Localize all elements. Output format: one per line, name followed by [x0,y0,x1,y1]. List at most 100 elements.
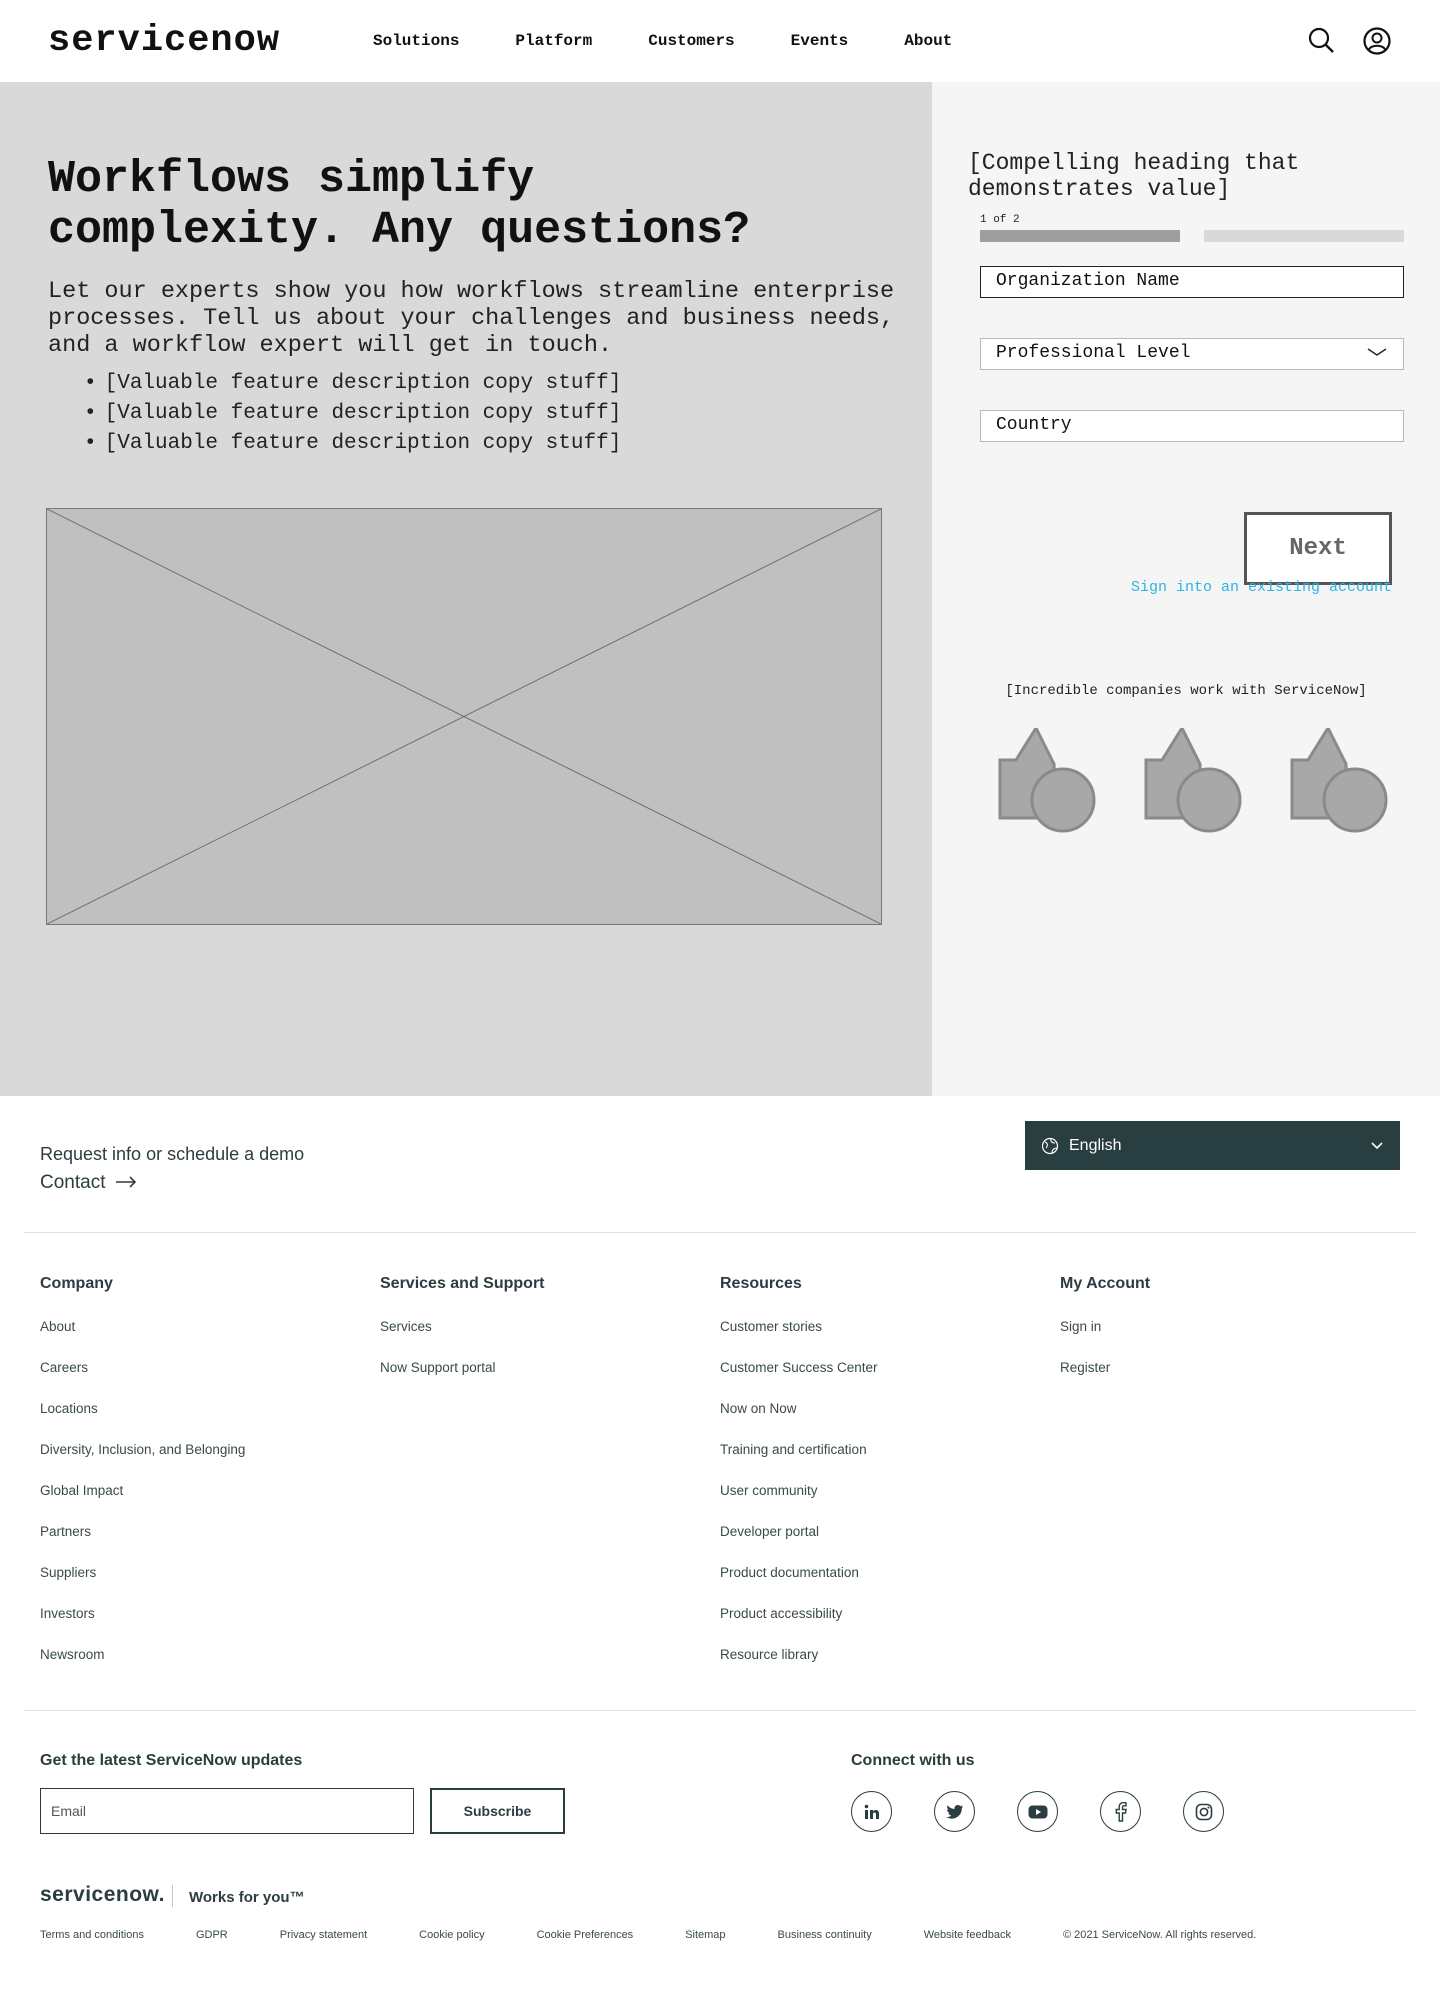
chevron-down-icon [1370,1138,1384,1150]
company-logo-placeholder-icon [1134,724,1242,836]
footer-link[interactable]: Suppliers [40,1565,380,1606]
footer-link[interactable]: Diversity, Inclusion, and Belonging [40,1442,380,1483]
country-field[interactable]: Country [980,410,1404,442]
footer-link[interactable]: Services [380,1319,720,1360]
main-nav: Solutions Platform Customers Events Abou… [373,32,1008,50]
footer-link[interactable]: Resource library [720,1647,1060,1688]
footer-top: Request info or schedule a demo Contact … [0,1096,1440,1232]
connect-title: Connect with us [851,1752,975,1769]
footer-link[interactable]: Newsroom [40,1647,380,1688]
feature-item: [Valuable feature description copy stuff… [84,429,884,459]
footer-column-title: Resources [720,1275,802,1292]
legal-link[interactable]: Business continuity [778,1929,872,1941]
social-links [851,1791,1224,1832]
subscribe-button[interactable]: Subscribe [430,1788,565,1834]
footer-columns: Company About Careers Locations Diversit… [0,1233,1440,1710]
servicenow-footer-logo[interactable]: servicenow. [40,1883,165,1907]
instagram-icon[interactable] [1183,1791,1224,1832]
footer-column-company: Company About Careers Locations Diversit… [40,1275,380,1710]
progress-step-1 [980,230,1180,242]
linkedin-icon[interactable] [851,1791,892,1832]
footer-link[interactable]: Register [1060,1360,1400,1401]
legal-link[interactable]: Cookie policy [419,1929,484,1941]
next-button[interactable]: Next [1244,512,1392,585]
request-info-text: Request info or schedule a demo [40,1144,305,1164]
legal-link[interactable]: Privacy statement [280,1929,367,1941]
search-icon[interactable] [1306,26,1336,56]
footer-link[interactable]: Sign in [1060,1319,1400,1360]
footer-link[interactable]: Now Support portal [380,1360,720,1401]
footer-column-title: Company [40,1275,113,1292]
form-progress-bar [980,230,1404,242]
footer-column-resources: Resources Customer stories Customer Succ… [720,1275,1060,1710]
feature-item: [Valuable feature description copy stuff… [84,399,884,429]
step-indicator: 1 of 2 [980,214,1020,226]
legal-link[interactable]: Cookie Preferences [537,1929,634,1941]
legal-link[interactable]: Sitemap [685,1929,725,1941]
organization-name-field[interactable]: Organization Name [980,266,1404,298]
footer-link[interactable]: Careers [40,1360,380,1401]
site-header: servicenow Solutions Platform Customers … [0,0,1440,82]
company-logo-placeholder-icon [988,724,1096,836]
hero-title: Workflows simplify complexity. Any quest… [48,154,751,256]
updates-title: Get the latest ServiceNow updates [40,1752,303,1769]
footer-link[interactable]: Customer stories [720,1319,1060,1360]
feature-item: [Valuable feature description copy stuff… [84,369,884,399]
professional-level-select[interactable]: Professional Level [980,338,1404,370]
legal-link[interactable]: Website feedback [924,1929,1011,1941]
hero-subtitle: Let our experts show you how workflows s… [48,278,895,359]
form-heading: [Compelling heading that demonstrates va… [968,150,1300,202]
twitter-icon[interactable] [934,1791,975,1832]
copyright-text: © 2021 ServiceNow. All rights reserved. [1062,1929,1257,1941]
nav-solutions[interactable]: Solutions [373,32,459,50]
footer-link[interactable]: Training and certification [720,1442,1060,1483]
footer-column-services: Services and Support Services Now Suppor… [380,1275,720,1710]
nav-customers[interactable]: Customers [648,32,734,50]
legal-link[interactable]: GDPR [196,1929,228,1941]
contact-link[interactable]: Contact [40,1172,137,1194]
brand-separator [172,1885,173,1907]
servicenow-logo[interactable]: servicenow [48,20,373,62]
footer-link[interactable]: Customer Success Center [720,1360,1060,1401]
footer-column-title: My Account [1060,1275,1151,1292]
legal-link[interactable]: Terms and conditions [40,1929,144,1941]
legal-links: Terms and conditions GDPR Privacy statem… [40,1929,1256,1941]
youtube-icon[interactable] [1017,1791,1058,1832]
email-input[interactable]: Email [40,1788,414,1834]
footer-link[interactable]: User community [720,1483,1060,1524]
footer-link[interactable]: Product accessibility [720,1606,1060,1647]
company-logos [988,724,1388,836]
globe-icon [1041,1137,1059,1155]
footer-link[interactable]: Investors [40,1606,380,1647]
footer-link[interactable]: About [40,1319,380,1360]
chevron-down-icon [1367,345,1387,359]
company-logo-placeholder-icon [1280,724,1388,836]
nav-platform[interactable]: Platform [515,32,592,50]
sign-in-link[interactable]: Sign into an existing account [1131,579,1392,596]
contact-label: Contact [40,1172,106,1193]
progress-step-2 [1204,230,1404,242]
facebook-icon[interactable] [1100,1791,1141,1832]
nav-about[interactable]: About [904,32,952,50]
companies-title: [Incredible companies work with ServiceN… [1005,683,1367,699]
footer-link[interactable]: Partners [40,1524,380,1565]
image-placeholder [46,508,882,925]
feature-list: [Valuable feature description copy stuff… [84,369,884,459]
brand-tagline: Works for you™ [189,1889,305,1906]
footer-link[interactable]: Now on Now [720,1401,1060,1442]
lead-form-panel: [Compelling heading that demonstrates va… [932,82,1440,1096]
footer-link[interactable]: Global Impact [40,1483,380,1524]
nav-events[interactable]: Events [791,32,849,50]
footer-link[interactable]: Locations [40,1401,380,1442]
user-account-icon[interactable] [1362,26,1392,56]
language-selector[interactable]: English [1025,1121,1400,1170]
footer-link[interactable]: Developer portal [720,1524,1060,1565]
header-actions [1306,26,1392,56]
arrow-right-icon [115,1172,137,1194]
language-value: English [1069,1136,1122,1154]
professional-level-label: Professional Level [996,343,1191,363]
hero-content: Workflows simplify complexity. Any quest… [0,82,932,1096]
footer-link[interactable]: Product documentation [720,1565,1060,1606]
brand-bar: servicenow. Works for you™ Terms and con… [0,1881,1440,2001]
newsletter-section: Get the latest ServiceNow updates Email … [0,1711,1440,1881]
